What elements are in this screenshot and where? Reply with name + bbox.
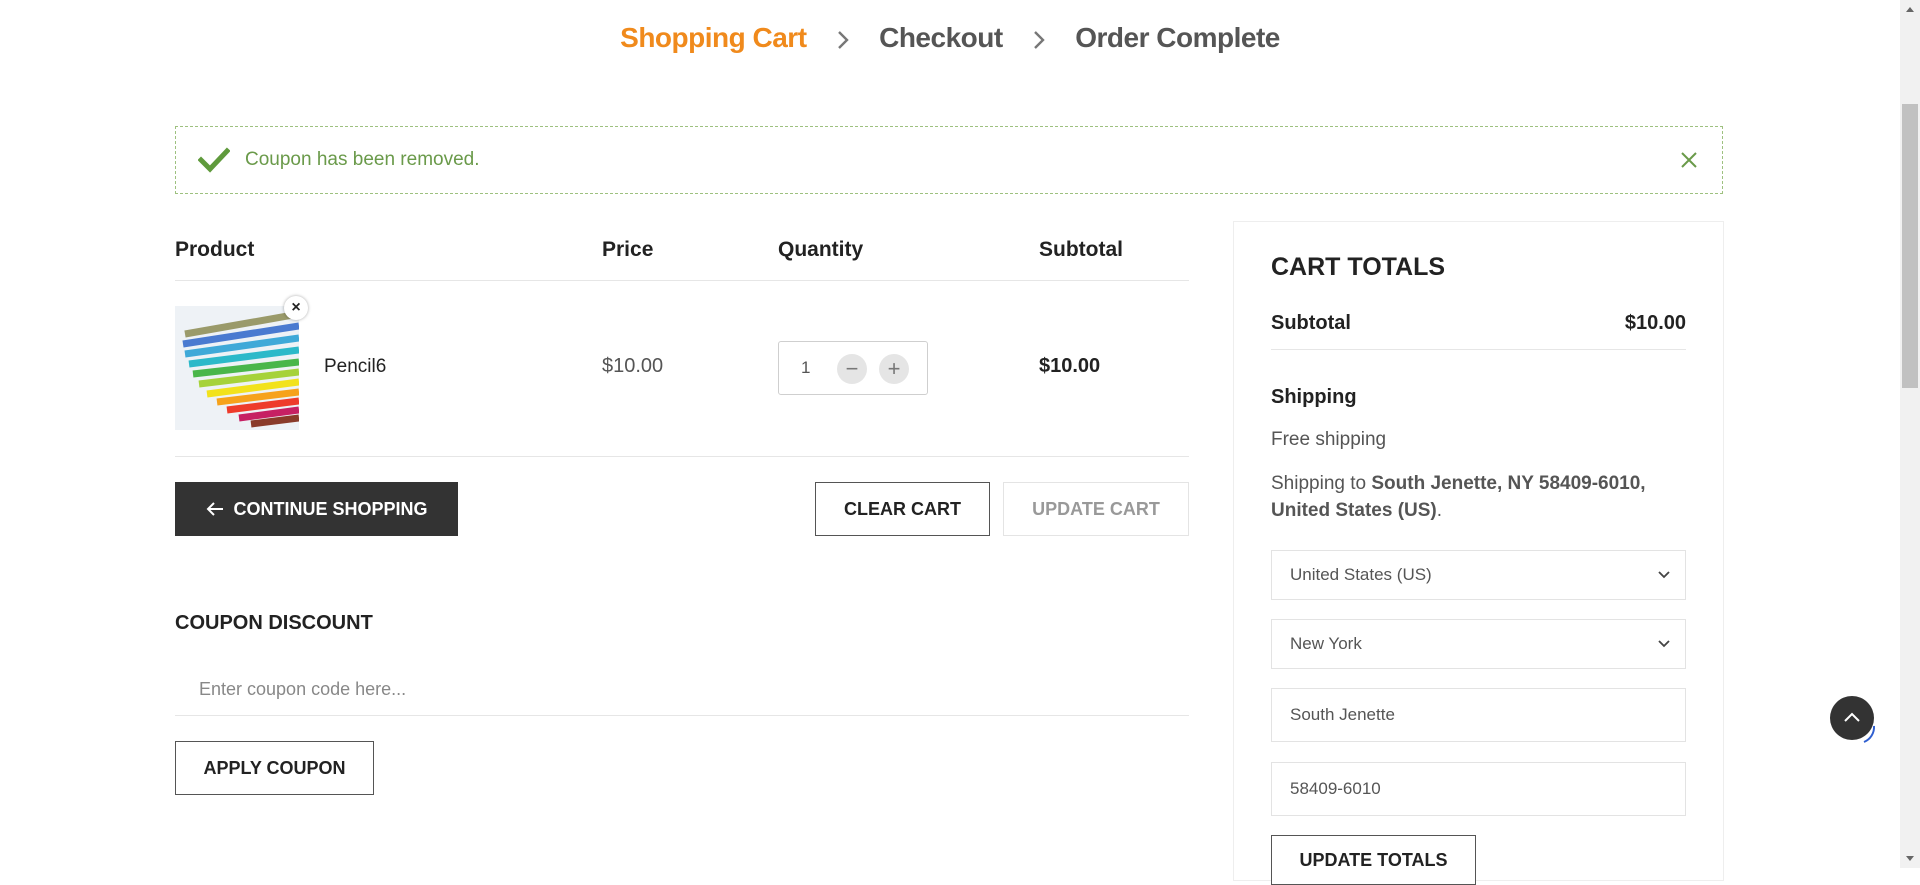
shipping-to-suffix: . xyxy=(1436,500,1443,521)
quantity-input[interactable]: 1 xyxy=(801,358,810,378)
shipping-method: Free shipping xyxy=(1271,429,1387,450)
coupon-code-input[interactable] xyxy=(175,664,1189,716)
minus-icon[interactable]: − xyxy=(837,354,867,384)
city-input-value: South Jenette xyxy=(1290,705,1395,724)
country-select-value: United States (US) xyxy=(1290,565,1432,584)
shipping-label: Shipping xyxy=(1271,386,1357,408)
postcode-input-value: 58409-6010 xyxy=(1290,779,1381,798)
postcode-input[interactable]: 58409-6010 xyxy=(1271,762,1686,816)
header-subtotal: Subtotal xyxy=(1039,238,1123,261)
totals-subtotal-value: $10.00 xyxy=(1624,312,1686,334)
step-checkout[interactable]: Checkout xyxy=(879,22,1003,53)
scroll-up-arrow-icon[interactable] xyxy=(1904,4,1916,16)
coupon-title: COUPON DISCOUNT xyxy=(175,612,373,634)
product-thumbnail[interactable] xyxy=(175,306,299,430)
colored-pencils-image xyxy=(175,306,299,430)
chevron-down-icon xyxy=(1658,571,1670,579)
state-select-value: New York xyxy=(1290,634,1362,653)
scroll-down-arrow-icon[interactable] xyxy=(1904,852,1916,864)
checkmark-icon xyxy=(198,147,230,173)
product-name-link[interactable]: Pencil6 xyxy=(324,356,386,378)
notice-message: Coupon has been removed. xyxy=(245,149,480,170)
apply-coupon-button[interactable]: APPLY COUPON xyxy=(175,741,374,795)
header-quantity: Quantity xyxy=(778,238,864,261)
cart-totals-title: CART TOTALS xyxy=(1271,253,1446,281)
row-divider xyxy=(175,456,1189,457)
remove-item-button[interactable]: × xyxy=(284,296,308,320)
quantity-stepper: 1 − + xyxy=(778,341,928,395)
continue-shopping-label: CONTINUE SHOPPING xyxy=(233,499,428,519)
step-order-complete[interactable]: Order Complete xyxy=(1075,22,1280,53)
city-input[interactable]: South Jenette xyxy=(1271,688,1686,742)
header-product: Product xyxy=(175,238,255,261)
chevron-right-icon xyxy=(837,30,849,49)
shipping-destination: Shipping to South Jenette, NY 58409-6010… xyxy=(1271,470,1691,524)
shipping-address-line1: South Jenette, NY 58409-6010, xyxy=(1371,473,1646,494)
chevron-right-icon xyxy=(1034,30,1045,49)
header-price: Price xyxy=(602,238,654,261)
continue-shopping-button[interactable]: CONTINUE SHOPPING xyxy=(175,482,458,536)
arrow-left-icon xyxy=(207,502,224,516)
totals-subtotal-label: Subtotal xyxy=(1271,312,1351,334)
scrollbar-thumb[interactable] xyxy=(1902,104,1918,388)
close-icon[interactable] xyxy=(1678,149,1700,171)
scroll-progress-ring xyxy=(1863,725,1876,743)
update-cart-button[interactable]: UPDATE CART xyxy=(1003,482,1189,536)
shipping-to-prefix: Shipping to xyxy=(1271,473,1372,494)
clear-cart-button[interactable]: CLEAR CART xyxy=(815,482,990,536)
step-shopping-cart[interactable]: Shopping Cart xyxy=(620,22,807,53)
item-subtotal: $10.00 xyxy=(1039,355,1101,377)
header-divider xyxy=(175,280,1189,281)
totals-divider xyxy=(1271,349,1686,350)
shipping-address-line2: United States (US) xyxy=(1271,500,1437,521)
update-totals-button[interactable]: UPDATE TOTALS xyxy=(1271,835,1476,885)
checkout-steps: Shopping Cart Checkout Order Complete xyxy=(0,22,1900,54)
product-price: $10.00 xyxy=(602,355,664,377)
plus-icon[interactable]: + xyxy=(879,354,909,384)
coupon-removed-notice: Coupon has been removed. xyxy=(175,126,1723,194)
chevron-down-icon xyxy=(1658,640,1670,648)
state-select[interactable]: New York xyxy=(1271,619,1686,669)
country-select[interactable]: United States (US) xyxy=(1271,550,1686,600)
